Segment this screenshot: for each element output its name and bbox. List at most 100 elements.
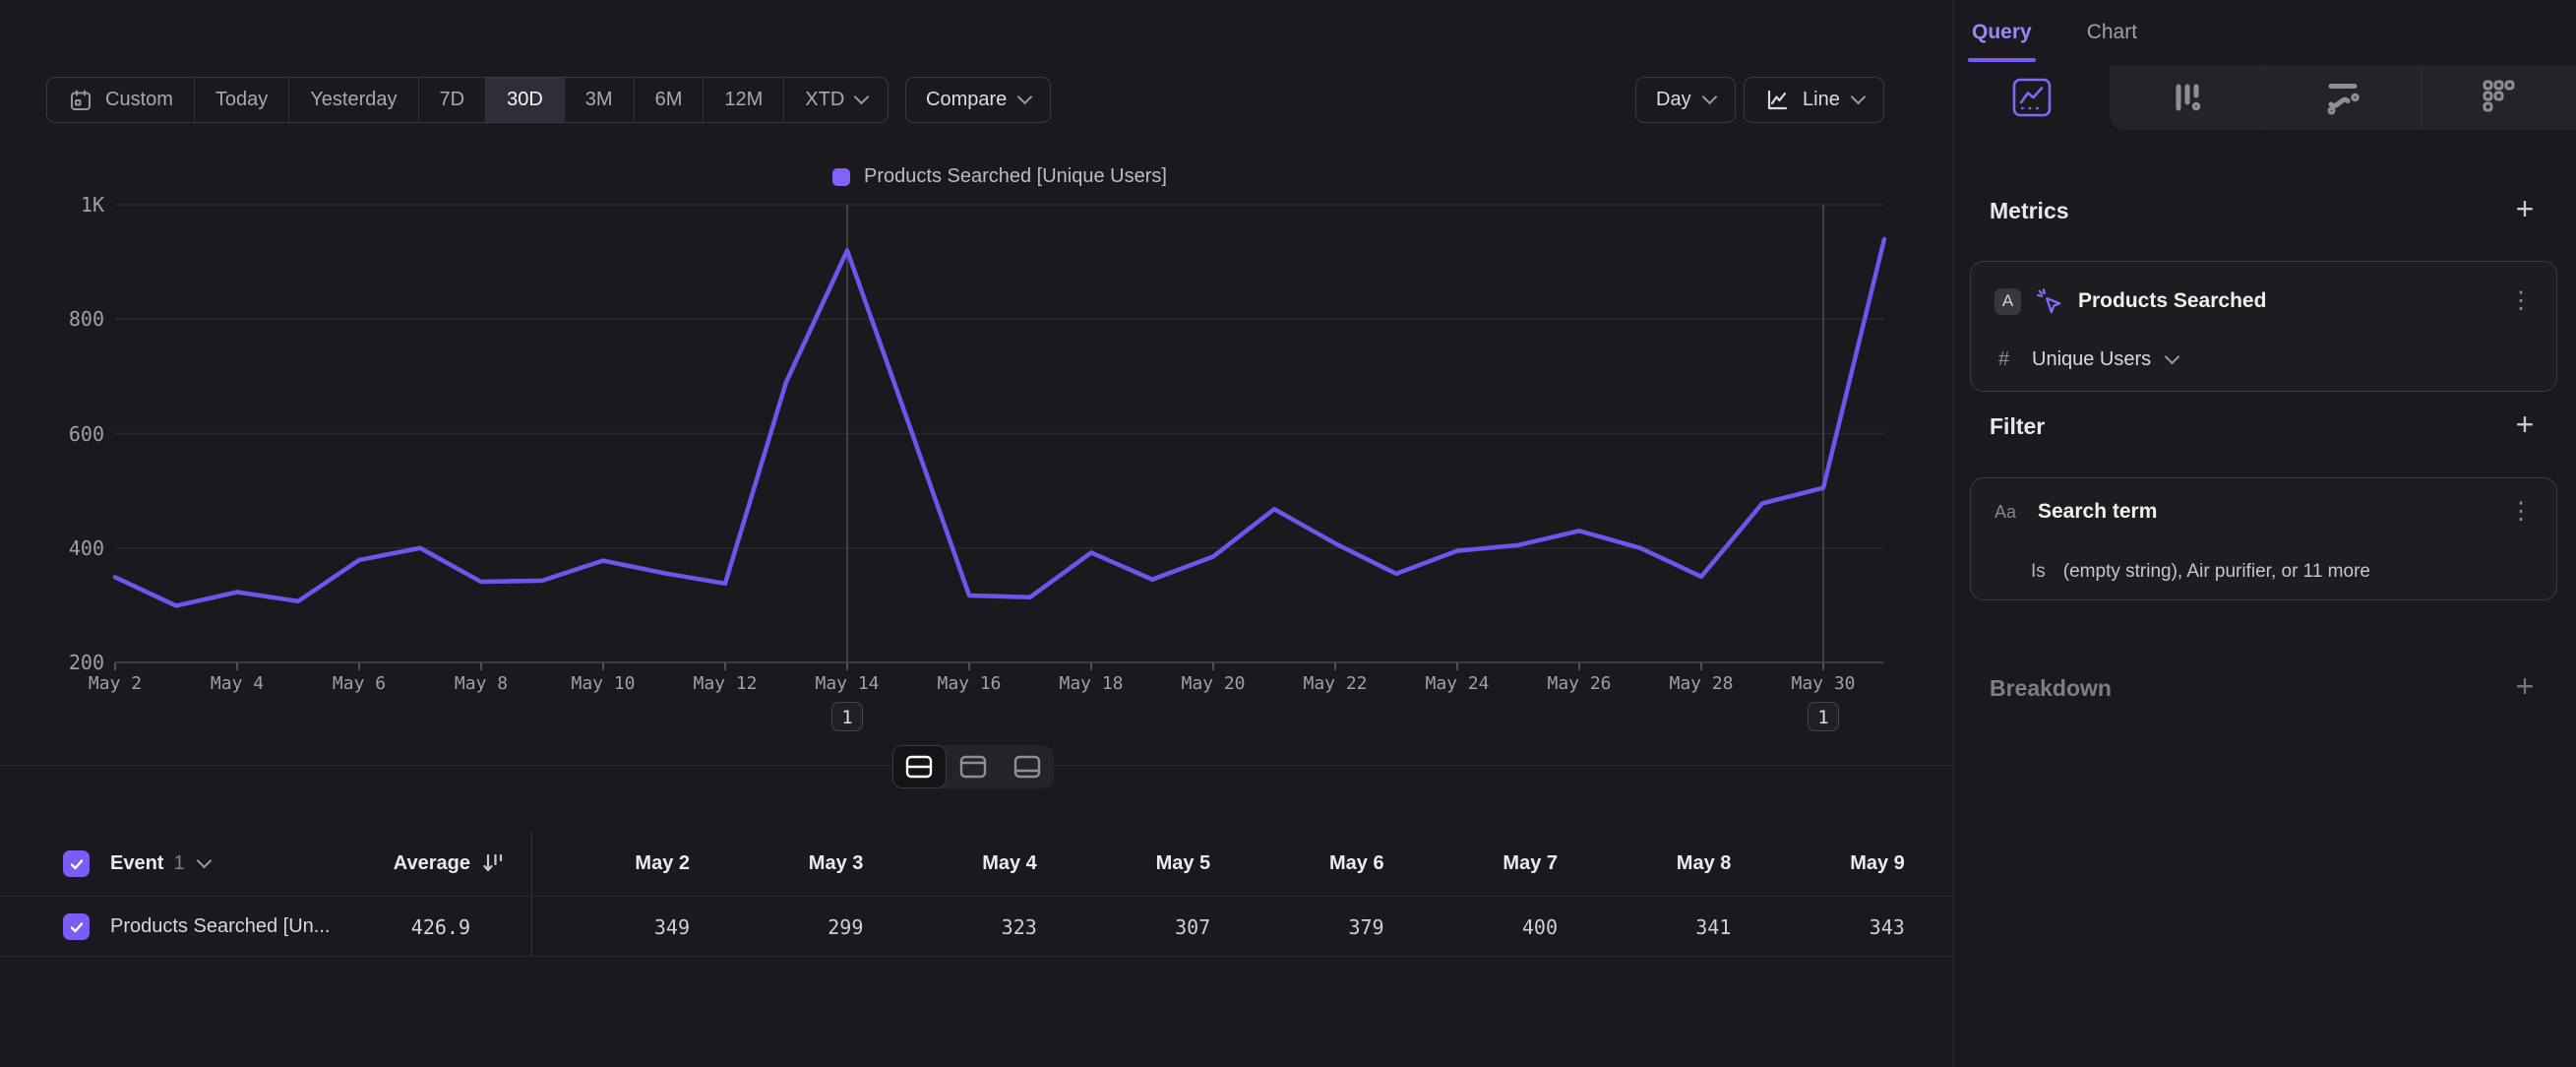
x-axis-tick-label: May 16 bbox=[937, 673, 1001, 694]
layout-option-split-horizontal[interactable] bbox=[892, 745, 947, 788]
panel-top-icon bbox=[958, 754, 988, 780]
filter-condition-row[interactable]: Is (empty string), Air purifier, or 11 m… bbox=[2031, 561, 2370, 583]
viz-tab-funnel[interactable] bbox=[2110, 65, 2264, 130]
sort-descending-icon[interactable] bbox=[480, 850, 506, 876]
funnel-icon bbox=[2166, 76, 2209, 119]
chevron-down-icon bbox=[2165, 349, 2180, 365]
viz-tab-insights-line-active[interactable] bbox=[1954, 65, 2110, 130]
viz-type-tabs bbox=[1954, 65, 2576, 130]
number-aggregation-icon: # bbox=[1998, 348, 2016, 371]
add-breakdown-button[interactable]: + bbox=[2507, 670, 2543, 702]
table-column-divider bbox=[531, 832, 532, 956]
x-axis-tick-label: May 28 bbox=[1669, 673, 1733, 694]
layout-option-panel-top[interactable] bbox=[947, 745, 1001, 788]
filter-operator: Is bbox=[2031, 561, 2046, 583]
x-axis-tick-label: May 4 bbox=[211, 673, 264, 694]
x-axis-tick-label: May 8 bbox=[455, 673, 508, 694]
x-axis-tick-label: May 26 bbox=[1547, 673, 1611, 694]
table-header-divider bbox=[0, 896, 1953, 897]
x-axis-tick-label: May 30 bbox=[1791, 673, 1855, 694]
select-all-checkbox[interactable] bbox=[63, 850, 90, 877]
tab-chart-label: Chart bbox=[2087, 21, 2137, 44]
row-checkbox[interactable] bbox=[63, 913, 90, 940]
table-date-header[interactable]: May 8 bbox=[1677, 852, 1732, 875]
tab-query[interactable]: Query bbox=[1972, 0, 2032, 65]
chevron-down-icon bbox=[196, 853, 212, 869]
metric-letter-badge: A bbox=[1994, 288, 2021, 315]
analytics-app: CustomTodayYesterday7D30D3M6M12MXTD Comp… bbox=[0, 0, 2576, 1067]
viz-tab-group bbox=[2110, 65, 2576, 130]
main-chart-area: CustomTodayYesterday7D30D3M6M12MXTD Comp… bbox=[0, 0, 1953, 1067]
viz-tab-flows[interactable] bbox=[2421, 65, 2576, 130]
table-date-header[interactable]: May 3 bbox=[809, 852, 864, 875]
tab-chart[interactable]: Chart bbox=[2087, 0, 2137, 65]
layout-option-panel-bottom[interactable] bbox=[1000, 745, 1054, 788]
average-header[interactable]: Average bbox=[394, 852, 470, 875]
filter-card-row: Aa Search term ⋮ bbox=[1994, 500, 2533, 524]
x-axis-tick-label: May 12 bbox=[693, 673, 757, 694]
insights-line-icon bbox=[2009, 75, 2055, 120]
metric-name: Products Searched bbox=[2078, 289, 2495, 313]
x-axis-tick-label: May 2 bbox=[89, 673, 142, 694]
event-label: Event bbox=[110, 852, 163, 875]
table-date-header[interactable]: May 7 bbox=[1503, 852, 1558, 875]
event-count: 1 bbox=[173, 852, 184, 875]
line-chart[interactable] bbox=[0, 0, 1953, 787]
x-axis-tick-label: May 20 bbox=[1181, 673, 1245, 694]
table-date-header[interactable]: May 6 bbox=[1329, 852, 1384, 875]
table-date-header[interactable]: May 4 bbox=[982, 852, 1037, 875]
y-axis-tick-label: 600 bbox=[69, 422, 104, 446]
table-date-header[interactable]: May 9 bbox=[1850, 852, 1905, 875]
tab-query-label: Query bbox=[1972, 21, 2032, 44]
table-date-value: 299 bbox=[828, 915, 863, 939]
table-date-value: 349 bbox=[654, 915, 690, 939]
metric-card-row: A Products Searched ⋮ bbox=[1994, 286, 2533, 316]
metric-card[interactable]: A Products Searched ⋮ # Unique Users bbox=[1970, 261, 2557, 392]
table-date-value: 343 bbox=[1870, 915, 1905, 939]
x-axis-tick-label: May 14 bbox=[815, 673, 879, 694]
filter-card[interactable]: Aa Search term ⋮ Is (empty string), Air … bbox=[1970, 477, 2557, 600]
filter-heading: Filter bbox=[1990, 413, 2045, 440]
table-date-value: 341 bbox=[1695, 915, 1731, 939]
filter-value: (empty string), Air purifier, or 11 more bbox=[2063, 561, 2370, 583]
panel-bottom-icon bbox=[1012, 754, 1042, 780]
annotation-badge[interactable]: 1 bbox=[1808, 702, 1839, 731]
check-icon bbox=[68, 855, 86, 873]
table-date-header[interactable]: May 2 bbox=[635, 852, 690, 875]
viz-tab-retention[interactable] bbox=[2264, 65, 2420, 130]
kebab-menu-icon[interactable]: ⋮ bbox=[2509, 291, 2533, 311]
metrics-heading: Metrics bbox=[1990, 198, 2069, 224]
metric-aggregation-row[interactable]: # Unique Users bbox=[1998, 348, 2177, 371]
add-metric-button[interactable]: + bbox=[2507, 193, 2543, 224]
check-icon bbox=[68, 918, 86, 936]
cursor-click-icon bbox=[2035, 286, 2064, 316]
y-axis-tick-label: 200 bbox=[69, 651, 104, 674]
flows-icon bbox=[2477, 76, 2520, 119]
table-date-value: 379 bbox=[1348, 915, 1383, 939]
filter-property: Search term bbox=[2038, 500, 2495, 524]
y-axis-tick-label: 1K bbox=[81, 193, 104, 217]
table-row-divider bbox=[0, 956, 1953, 957]
table-date-value: 400 bbox=[1522, 915, 1558, 939]
panel-tabs: Query Chart bbox=[1954, 0, 2576, 65]
aggregation-label: Unique Users bbox=[2032, 348, 2151, 371]
add-filter-button[interactable]: + bbox=[2507, 408, 2543, 440]
table-date-header[interactable]: May 5 bbox=[1156, 852, 1211, 875]
kebab-menu-icon[interactable]: ⋮ bbox=[2509, 502, 2533, 522]
layout-toggle bbox=[892, 745, 1054, 788]
table-date-value: 307 bbox=[1175, 915, 1210, 939]
annotation-badge[interactable]: 1 bbox=[831, 702, 863, 731]
x-axis-tick-label: May 6 bbox=[333, 673, 386, 694]
row-average-value: 426.9 bbox=[411, 915, 470, 939]
breakdown-heading: Breakdown bbox=[1990, 675, 2112, 702]
event-header[interactable]: Event 1 bbox=[110, 852, 210, 875]
x-axis-tick-label: May 10 bbox=[571, 673, 635, 694]
split-horizontal-icon bbox=[904, 754, 934, 780]
y-axis-tick-label: 800 bbox=[69, 307, 104, 331]
x-axis-tick-label: May 24 bbox=[1425, 673, 1489, 694]
x-axis-tick-label: May 22 bbox=[1303, 673, 1367, 694]
table-date-value: 323 bbox=[1002, 915, 1037, 939]
row-event-name[interactable]: Products Searched [Un... bbox=[110, 915, 330, 938]
x-axis-tick-label: May 18 bbox=[1059, 673, 1123, 694]
text-property-icon: Aa bbox=[1994, 502, 2024, 523]
